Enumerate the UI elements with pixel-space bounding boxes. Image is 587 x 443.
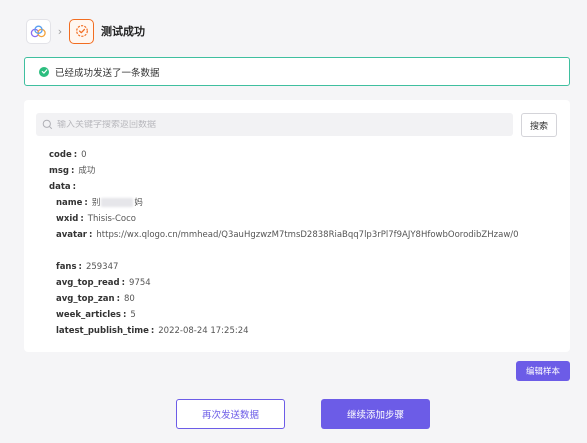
breadcrumb: › 测试成功	[26, 18, 145, 44]
app-icon-box[interactable]	[26, 18, 51, 44]
success-banner: 已经成功发送了一条数据	[24, 57, 570, 86]
list-item: avg_top_read: 9754	[49, 277, 549, 293]
field-value: 259347	[85, 262, 119, 272]
result-panel: 搜索 code: 0 msg: 成功 data: name: 别妈 wxid: …	[24, 100, 570, 352]
field-key: msg	[49, 166, 70, 176]
continue-add-step-button[interactable]: 继续添加步骤	[321, 399, 430, 429]
field-value: 5	[130, 310, 136, 320]
edit-sample-button[interactable]: 编辑样本	[516, 361, 570, 381]
field-key: name	[56, 198, 83, 208]
search-icon	[42, 119, 53, 130]
redacted-mask	[101, 198, 134, 207]
step-icon-box[interactable]	[69, 18, 94, 44]
search-input[interactable]	[57, 119, 497, 130]
banner-text: 已经成功发送了一条数据	[55, 67, 160, 79]
list-item: avatar: https://wx.qlogo.cn/mmhead/Q3auH…	[49, 229, 549, 261]
field-value: 2022-08-24 17:25:24	[158, 326, 249, 336]
field-key: week_articles	[56, 310, 121, 320]
name-suffix: 妈	[134, 198, 143, 208]
result-list: code: 0 msg: 成功 data: name: 别妈 wxid: Thi…	[49, 149, 549, 341]
field-key: code	[49, 150, 72, 160]
search-box[interactable]	[36, 113, 513, 136]
list-item: code: 0	[49, 149, 549, 165]
cloud-logo-icon	[30, 25, 46, 37]
list-item: latest_publish_time: 2022-08-24 17:25:24	[49, 325, 549, 341]
field-value: 80	[124, 294, 135, 304]
breadcrumb-separator-icon: ›	[57, 24, 63, 38]
search-button[interactable]: 搜索	[521, 113, 557, 137]
field-value: 成功	[78, 166, 96, 176]
name-prefix: 别	[91, 198, 101, 208]
check-badge-icon	[75, 25, 88, 37]
list-item: week_articles: 5	[49, 309, 549, 325]
field-key: wxid	[56, 214, 79, 224]
resend-data-button[interactable]: 再次发送数据	[176, 399, 285, 429]
page-title: 测试成功	[101, 25, 145, 38]
field-value: 0	[81, 150, 87, 160]
check-circle-icon	[39, 66, 49, 77]
list-item: msg: 成功	[49, 165, 549, 181]
field-value: 9754	[129, 278, 151, 288]
field-key: fans	[56, 262, 77, 272]
field-value: https://wx.qlogo.cn/mmhead/Q3auHgzwzM7tm…	[96, 230, 519, 240]
field-key: latest_publish_time	[56, 326, 149, 336]
field-key: avatar	[56, 230, 88, 240]
list-item: avg_top_zan: 80	[49, 293, 549, 309]
list-item: name: 别妈	[49, 197, 549, 213]
field-key: avg_top_zan	[56, 294, 115, 304]
list-item: fans: 259347	[49, 261, 549, 277]
field-key: data	[49, 182, 71, 192]
field-key: avg_top_read	[56, 278, 120, 288]
list-item: data:	[49, 181, 549, 197]
field-value: 别妈	[92, 197, 143, 213]
